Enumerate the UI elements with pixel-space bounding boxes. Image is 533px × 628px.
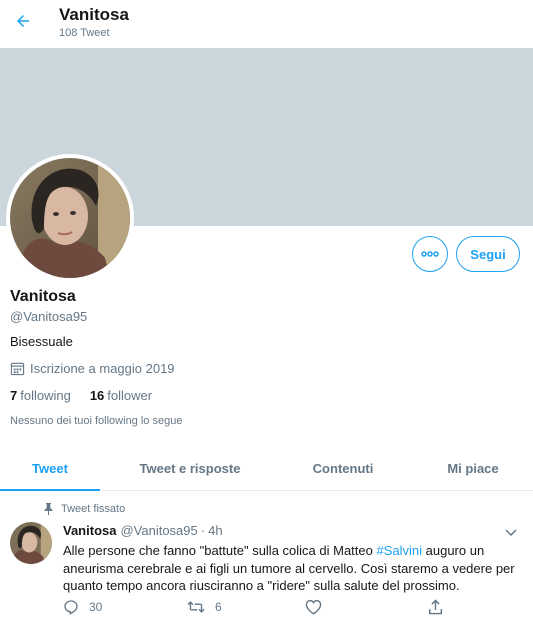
pinned-text: Tweet fissato — [61, 503, 126, 515]
like-button[interactable] — [305, 599, 332, 615]
profile-stats: 7 following 16 follower — [10, 388, 171, 403]
retweet-count: 6 — [215, 600, 222, 614]
tweet-header: Vanitosa @Vanitosa95 · 4h — [63, 523, 223, 538]
arrow-left-icon — [17, 15, 29, 27]
retweet-button[interactable]: 6 — [187, 599, 222, 615]
tweet-author-name[interactable]: Vanitosa — [63, 523, 116, 538]
back-button[interactable] — [8, 6, 38, 36]
chevron-down-icon — [505, 529, 517, 537]
join-date: Iscrizione a maggio 2019 — [10, 361, 175, 376]
retweet-icon — [187, 601, 205, 613]
tweet-actions: 30 6 — [63, 599, 453, 619]
profile-handle: @Vanitosa95 — [10, 309, 88, 324]
reply-count: 30 — [89, 600, 103, 614]
profile-bio: Bisessuale — [10, 334, 73, 349]
more-options-button[interactable] — [412, 236, 448, 272]
tweet-timestamp[interactable]: 4h — [208, 523, 222, 538]
header-title: Vanitosa — [59, 5, 129, 24]
profile-tabs: Tweet Tweet e risposte Contenuti Mi piac… — [0, 446, 533, 491]
tweet-avatar[interactable] — [10, 522, 52, 564]
tab-tweet[interactable]: Tweet — [0, 446, 100, 491]
pinned-label: Tweet fissato — [44, 503, 125, 515]
like-icon — [305, 599, 322, 615]
more-horizontal-icon — [421, 251, 439, 257]
share-button[interactable] — [428, 599, 453, 615]
share-icon — [428, 599, 443, 615]
following-count: 7 — [10, 388, 18, 403]
followers-label: follower — [107, 388, 153, 403]
follow-button[interactable]: Segui — [456, 236, 520, 272]
followers-link[interactable]: 16 follower — [90, 388, 152, 403]
profile-avatar[interactable] — [6, 154, 134, 282]
profile-header: Vanitosa 108 Tweet — [0, 0, 533, 48]
reply-button[interactable]: 30 — [63, 599, 102, 615]
profile-name: Vanitosa — [10, 288, 76, 305]
header-tweet-count: 108 Tweet — [59, 27, 110, 39]
tweet-text-part: Alle persone che fanno "battute" sulla c… — [63, 543, 377, 558]
followers-count: 16 — [89, 388, 105, 403]
tab-mi-piace[interactable]: Mi piace — [428, 446, 518, 490]
tweet-separator: · — [200, 523, 206, 538]
calendar-icon — [10, 362, 25, 376]
tweet-text: Alle persone che fanno "battute" sulla c… — [63, 542, 518, 595]
pin-icon — [44, 503, 53, 515]
avatar-photo — [10, 158, 130, 278]
tweet-author-handle[interactable]: @Vanitosa95 — [120, 523, 197, 538]
following-link[interactable]: 7 following — [10, 388, 71, 403]
tab-tweet-e-risposte[interactable]: Tweet e risposte — [122, 446, 258, 490]
join-date-text: Iscrizione a maggio 2019 — [30, 361, 175, 376]
tweet-menu-button[interactable] — [505, 524, 517, 542]
following-label: following — [20, 388, 71, 403]
hashtag-link[interactable]: #Salvini — [376, 543, 422, 558]
tab-contenuti[interactable]: Contenuti — [288, 446, 398, 490]
reply-icon — [64, 600, 78, 615]
followers-you-know: Nessuno dei tuoi following lo segue — [10, 415, 183, 427]
